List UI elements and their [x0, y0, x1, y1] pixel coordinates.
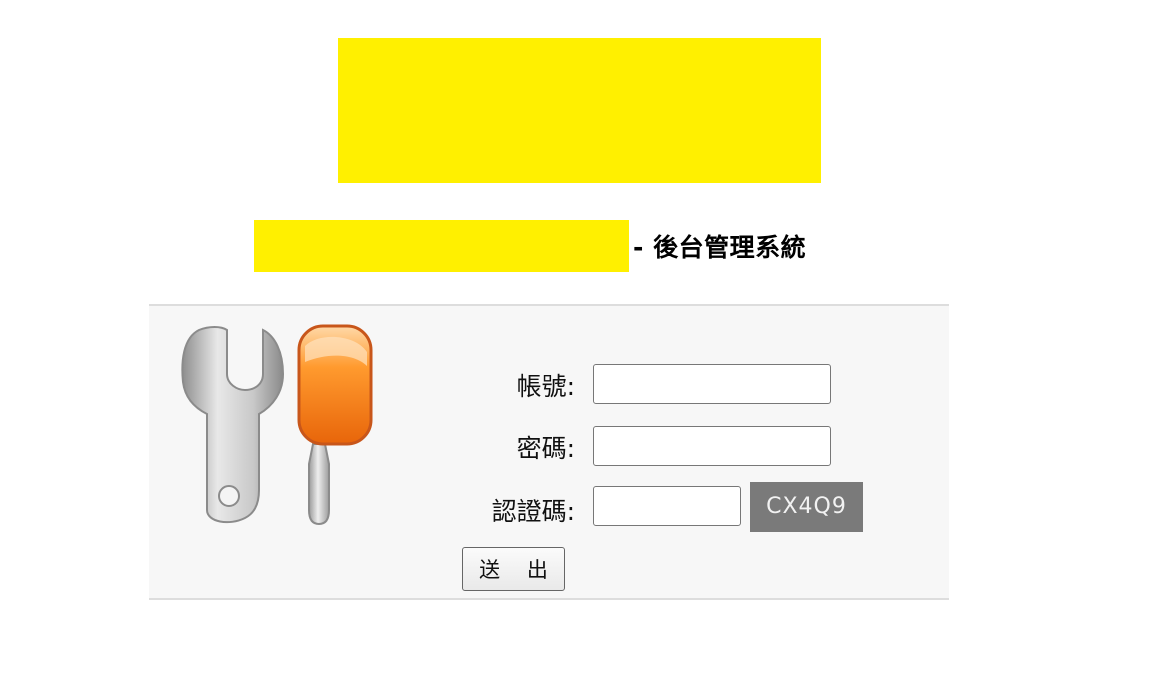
captcha-label: 認證碼:: [491, 497, 575, 526]
captcha-image[interactable]: CX4Q9: [750, 482, 863, 532]
wrench-screwdriver-icon: [181, 324, 373, 526]
site-logo-redacted: [338, 38, 821, 183]
page-title: - 後台管理系統: [254, 220, 806, 272]
system-title: - 後台管理系統: [633, 233, 807, 262]
login-panel: 帳號: 密碼: 認證碼: CX4Q9 送 出: [149, 304, 949, 600]
password-input[interactable]: [593, 426, 831, 466]
account-input[interactable]: [593, 364, 831, 404]
submit-button[interactable]: 送 出: [462, 547, 565, 591]
account-label: 帳號:: [516, 372, 575, 401]
password-label: 密碼:: [516, 434, 575, 463]
captcha-input[interactable]: [593, 486, 741, 526]
site-name-redacted: [254, 220, 629, 272]
